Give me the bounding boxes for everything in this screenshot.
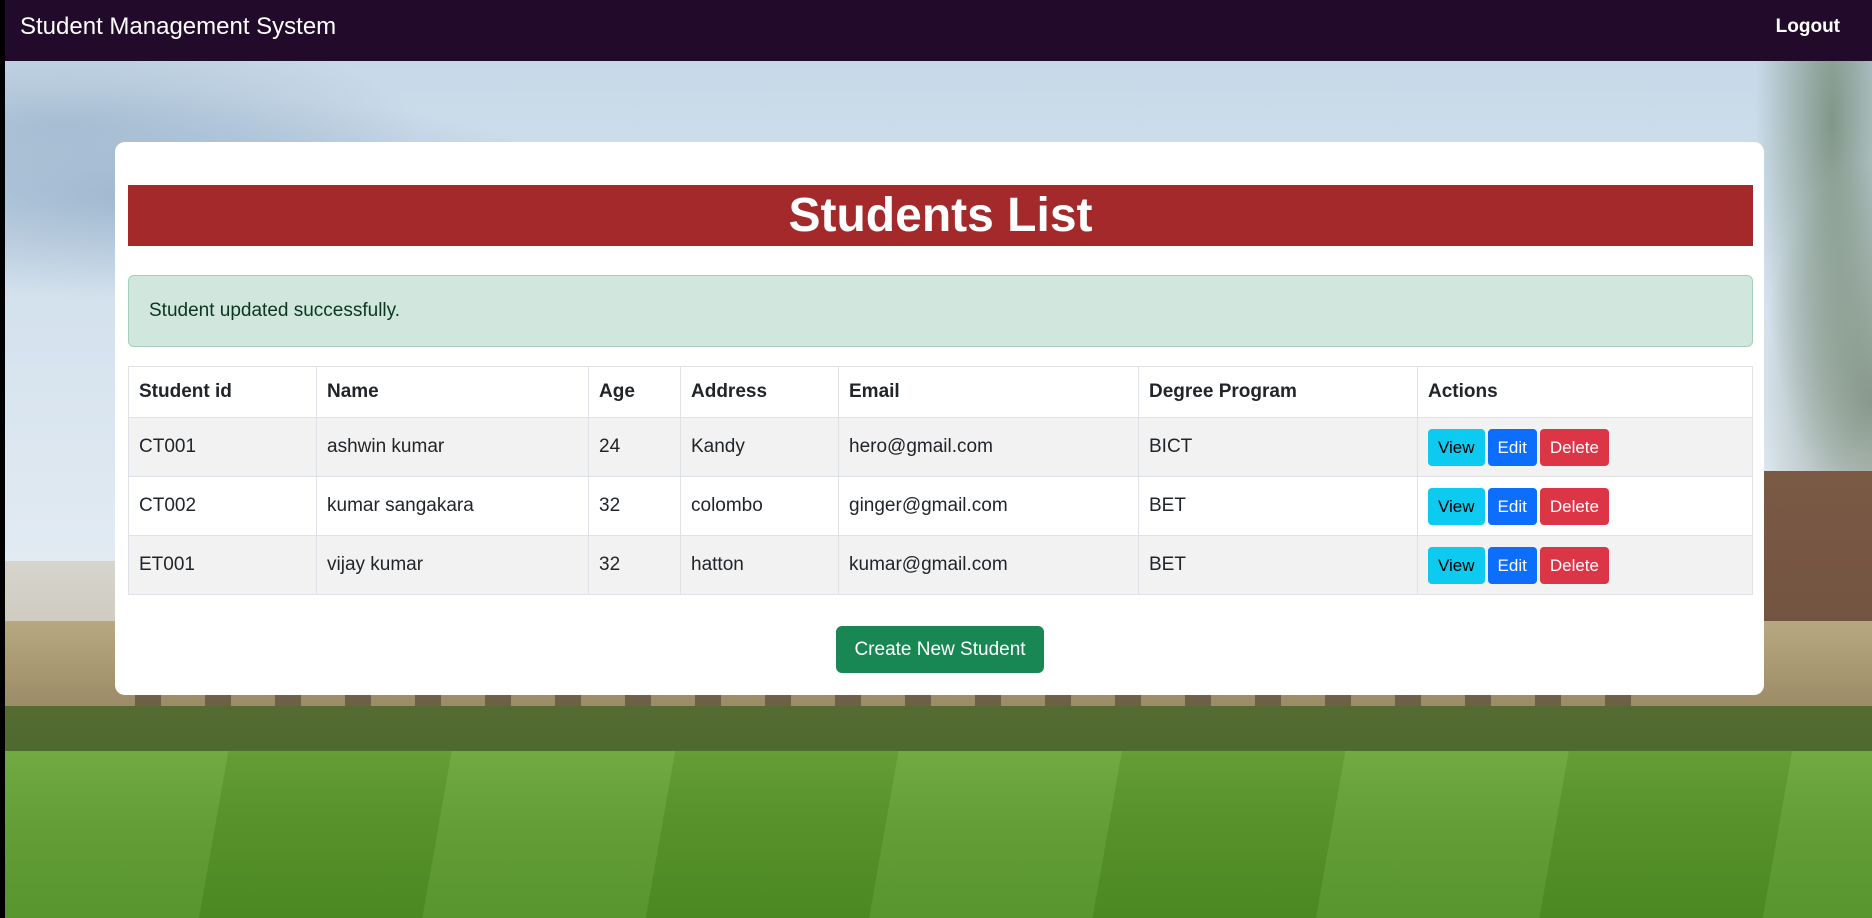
create-new-student-button[interactable]: Create New Student: [836, 626, 1044, 673]
table-header-row: Student id Name Age Address Email Degree…: [128, 366, 1753, 418]
logout-link[interactable]: Logout: [1776, 15, 1840, 39]
navbar: Student Management System Logout: [5, 0, 1872, 61]
students-table: Student id Name Age Address Email Degree…: [128, 366, 1753, 595]
cell-email: hero@gmail.com: [838, 417, 1139, 477]
header-age: Age: [588, 366, 681, 418]
students-card: Students List Student updated successful…: [115, 142, 1764, 695]
cell-age: 24: [588, 417, 681, 477]
cell-student-id: CT002: [128, 476, 317, 536]
header-name: Name: [316, 366, 589, 418]
alert-message: Student updated successfully.: [149, 300, 401, 321]
cell-email: kumar@gmail.com: [838, 535, 1139, 595]
page-title: Students List: [128, 185, 1753, 246]
edit-button[interactable]: Edit: [1487, 428, 1537, 466]
cell-email: ginger@gmail.com: [838, 476, 1139, 536]
cell-age: 32: [588, 535, 681, 595]
table-row: CT002 kumar sangakara 32 colombo ginger@…: [128, 476, 1753, 536]
success-alert: Student updated successfully.: [128, 275, 1753, 347]
table-row: CT001 ashwin kumar 24 Kandy hero@gmail.c…: [128, 417, 1753, 477]
cell-student-id: ET001: [128, 535, 317, 595]
header-degree-program: Degree Program: [1138, 366, 1418, 418]
cell-actions: View Edit Delete: [1417, 535, 1753, 595]
cell-address: Kandy: [680, 417, 839, 477]
cell-degree-program: BICT: [1138, 417, 1418, 477]
view-button[interactable]: View: [1428, 546, 1485, 584]
cell-actions: View Edit Delete: [1417, 417, 1753, 477]
view-button[interactable]: View: [1428, 487, 1485, 525]
header-student-id: Student id: [128, 366, 317, 418]
header-email: Email: [838, 366, 1139, 418]
cell-address: colombo: [680, 476, 839, 536]
delete-button[interactable]: Delete: [1539, 428, 1609, 466]
cell-address: hatton: [680, 535, 839, 595]
edit-button[interactable]: Edit: [1487, 487, 1537, 525]
cell-student-id: CT001: [128, 417, 317, 477]
cell-name: kumar sangakara: [316, 476, 589, 536]
cell-name: vijay kumar: [316, 535, 589, 595]
background-lawn: [5, 751, 1872, 918]
header-actions: Actions: [1417, 366, 1753, 418]
cell-name: ashwin kumar: [316, 417, 589, 477]
delete-button[interactable]: Delete: [1539, 487, 1609, 525]
cell-actions: View Edit Delete: [1417, 476, 1753, 536]
cell-degree-program: BET: [1138, 476, 1418, 536]
cell-degree-program: BET: [1138, 535, 1418, 595]
edit-button[interactable]: Edit: [1487, 546, 1537, 584]
header-address: Address: [680, 366, 839, 418]
campus-background-image: Students List Student updated successful…: [5, 61, 1872, 918]
navbar-brand[interactable]: Student Management System: [20, 12, 336, 42]
delete-button[interactable]: Delete: [1539, 546, 1609, 584]
table-row: ET001 vijay kumar 32 hatton kumar@gmail.…: [128, 535, 1753, 595]
view-button[interactable]: View: [1428, 428, 1485, 466]
cell-age: 32: [588, 476, 681, 536]
